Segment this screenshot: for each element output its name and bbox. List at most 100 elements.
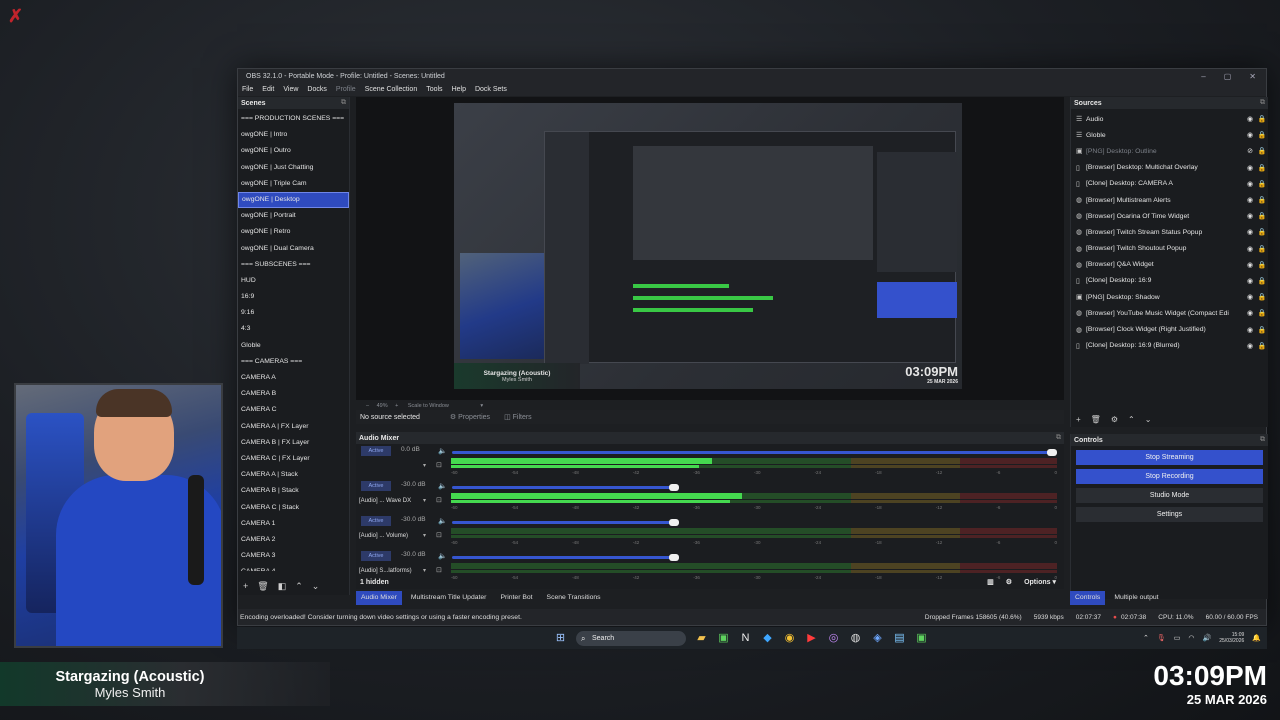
move-up-icon[interactable]: ⌃ [295, 581, 303, 592]
scene-item[interactable]: CAMERA B [238, 386, 349, 402]
windows-start-icon[interactable]: ⊞ [554, 632, 567, 645]
visibility-eye-icon[interactable]: ◉ [1244, 164, 1256, 172]
lock-icon[interactable]: 🔒 [1256, 212, 1268, 220]
taskbar-clock[interactable]: 15:09 25/03/2026 [1219, 632, 1244, 644]
visibility-eye-icon[interactable]: ◉ [1244, 309, 1256, 317]
visibility-eye-icon[interactable]: ◉ [1244, 115, 1256, 123]
options-button[interactable]: Options ▾ [1024, 578, 1056, 586]
channel-active-badge[interactable]: Active [361, 446, 391, 456]
menu-dock-sets[interactable]: Dock Sets [475, 86, 507, 93]
source-item[interactable]: ◍ [Browser] Multistream Alerts ◉ 🔒 [1071, 192, 1268, 208]
volume-icon[interactable]: 🔊 [1203, 634, 1212, 642]
scene-item[interactable]: === PRODUCTION SCENES === [238, 111, 349, 127]
menu-view[interactable]: View [283, 86, 298, 93]
scene-item[interactable]: CAMERA C [238, 402, 349, 418]
undock-icon[interactable]: ⧉ [341, 99, 346, 107]
menu-docks[interactable]: Docks [307, 86, 326, 93]
mixer-settings-icon[interactable]: ⚙ [1006, 578, 1012, 586]
scene-item[interactable]: owgONE | Triple Cam [238, 176, 349, 192]
source-item[interactable]: ◍ [Browser] Q&A Widget ◉ 🔒 [1071, 257, 1268, 273]
tab-controls[interactable]: Controls [1070, 591, 1106, 605]
scene-item[interactable]: 4:3 [238, 321, 349, 337]
notion-icon[interactable]: N [739, 632, 752, 645]
scene-item[interactable]: CAMERA 2 [238, 532, 349, 548]
visibility-eye-icon[interactable]: ◉ [1244, 212, 1256, 220]
volume-slider-knob[interactable] [669, 553, 679, 561]
channel-active-badge[interactable]: Active [361, 481, 391, 491]
app-green2-icon[interactable]: ▣ [915, 632, 928, 645]
tab-scene-transitions[interactable]: Scene Transitions [542, 591, 606, 605]
lock-icon[interactable]: 🔒 [1256, 277, 1268, 285]
speaker-icon[interactable]: 🔈 [438, 552, 447, 560]
menu-file[interactable]: File [242, 86, 253, 93]
scene-item[interactable]: CAMERA B | Stack [238, 483, 349, 499]
tab-printer-bot[interactable]: Printer Bot [495, 591, 537, 605]
lock-icon[interactable]: 🔒 [1256, 309, 1268, 317]
chrome-icon[interactable]: ◉ [783, 632, 796, 645]
source-item[interactable]: ▯ [Clone] Desktop: 16:9 ◉ 🔒 [1071, 273, 1268, 289]
app-circle-icon[interactable]: ◎ [827, 632, 840, 645]
undock-icon[interactable]: ⧉ [1260, 436, 1265, 444]
volume-slider-knob[interactable] [1047, 448, 1057, 456]
speaker-icon[interactable]: 🔈 [438, 482, 447, 490]
scene-item[interactable]: CAMERA A | Stack [238, 467, 349, 483]
channel-menu-icon[interactable]: ▾ [423, 462, 426, 469]
lock-icon[interactable]: 🔒 [1256, 164, 1268, 172]
visibility-eye-icon[interactable]: ◉ [1244, 342, 1256, 350]
preview-area[interactable]: Stargazing (Acoustic) Myles Smith 03:09P… [356, 97, 1064, 409]
menu-help[interactable]: Help [452, 86, 466, 93]
source-item[interactable]: ◍ [Browser] Twitch Shoutout Popup ◉ 🔒 [1071, 241, 1268, 257]
source-item[interactable]: ◍ [Browser] Clock Widget (Right Justified… [1071, 321, 1268, 337]
zoom-in-icon[interactable]: + [395, 403, 398, 409]
obs-icon[interactable]: ◍ [849, 632, 862, 645]
scene-item[interactable]: CAMERA 1 [238, 516, 349, 532]
lock-icon[interactable]: 🔒 [1256, 180, 1268, 188]
scene-item[interactable]: 9:16 [238, 305, 349, 321]
channel-lock-icon[interactable]: ⊡ [436, 496, 442, 504]
lock-icon[interactable]: 🔒 [1256, 228, 1268, 236]
vscode-icon[interactable]: ◆ [761, 632, 774, 645]
scene-item[interactable]: CAMERA 4 [238, 564, 349, 571]
lock-icon[interactable]: 🔒 [1256, 342, 1268, 350]
properties-button[interactable]: ⚙ Properties [450, 413, 490, 421]
scene-item[interactable]: HUD [238, 273, 349, 289]
layout-icon[interactable]: ▥ [987, 578, 994, 586]
visibility-eye-icon[interactable]: ◉ [1244, 245, 1256, 253]
notification-bell-icon[interactable]: 🔔 [1252, 634, 1261, 642]
settings-button[interactable]: Settings [1076, 507, 1263, 522]
filters-button[interactable]: ◫ Filters [504, 413, 532, 421]
remove-source-icon[interactable]: 🗑 [1091, 415, 1101, 424]
source-item[interactable]: ◍ [Browser] Twitch Stream Status Popup ◉ 🔒 [1071, 224, 1268, 240]
channel-menu-icon[interactable]: ▾ [423, 567, 426, 574]
volume-slider[interactable] [452, 448, 1057, 456]
stop-recording-button[interactable]: Stop Recording [1076, 469, 1263, 484]
minimize-icon[interactable]: – [1201, 72, 1205, 81]
menu-scene-collection[interactable]: Scene Collection [365, 86, 418, 93]
add-source-icon[interactable]: + [1076, 415, 1081, 424]
app-diamond-icon[interactable]: ◈ [871, 632, 884, 645]
lock-icon[interactable]: 🔒 [1256, 131, 1268, 139]
source-item[interactable]: ▣ [PNG] Desktop: Outline ⊘ 🔒 [1071, 143, 1268, 159]
scene-item[interactable]: CAMERA C | Stack [238, 500, 349, 516]
volume-slider[interactable] [452, 483, 679, 491]
scale-mode-select[interactable]: Scale to Window [408, 403, 449, 409]
scene-item[interactable]: CAMERA C | FX Layer [238, 451, 349, 467]
menu-tools[interactable]: Tools [426, 86, 442, 93]
taskbar-search[interactable]: ⌕ Search [576, 630, 686, 646]
folder-icon[interactable]: ▰ [695, 632, 708, 645]
chevron-down-icon[interactable]: ▾ [480, 403, 483, 409]
channel-menu-icon[interactable]: ▾ [423, 497, 426, 504]
scene-item[interactable]: owgONE | Outro [238, 143, 349, 159]
source-item[interactable]: ▯ [Clone] Desktop: 16:9 (Blurred) ◉ 🔒 [1071, 338, 1268, 354]
visibility-eye-icon[interactable]: ◉ [1244, 326, 1256, 334]
source-item[interactable]: ◍ [Browser] YouTube Music Widget (Compact… [1071, 305, 1268, 321]
remove-scene-icon[interactable]: 🗑 [257, 581, 268, 592]
volume-slider[interactable] [452, 553, 679, 561]
source-item[interactable]: ☰ Audio ◉ 🔒 [1071, 111, 1268, 127]
channel-menu-icon[interactable]: ▾ [423, 532, 426, 539]
channel-lock-icon[interactable]: ⊡ [436, 566, 442, 574]
scene-item[interactable]: owgONE | Dual Camera [238, 241, 349, 257]
channel-lock-icon[interactable]: ⊡ [436, 461, 442, 469]
app-green-icon[interactable]: ▣ [717, 632, 730, 645]
volume-slider-knob[interactable] [669, 483, 679, 491]
